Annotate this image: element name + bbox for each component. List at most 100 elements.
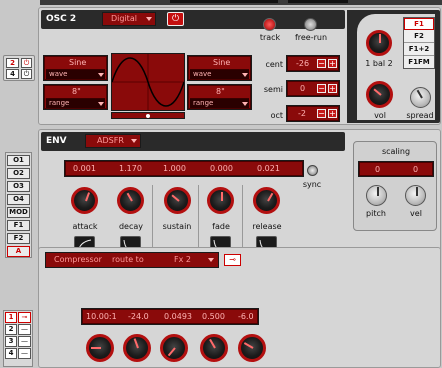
slider-thumb[interactable]: [146, 114, 150, 118]
osc2-mode-dropdown[interactable]: Digital: [102, 12, 156, 26]
osc-side-power-icon-2[interactable]: ⏻: [21, 58, 32, 68]
osc2-range1-dropdown[interactable]: 8" range: [43, 84, 108, 110]
filter-route-f1fm[interactable]: F1FM: [404, 57, 434, 69]
track-toggle[interactable]: [263, 18, 276, 31]
sync-toggle[interactable]: [307, 165, 318, 176]
chevron-down-icon: [208, 258, 214, 262]
osc-side-power-icon-4[interactable]: ⏻: [21, 69, 32, 79]
osc-side-selector: 2 ⏻ 4 ⏻: [3, 55, 35, 81]
release-knob[interactable]: [253, 187, 280, 214]
fx-header: Compressor route to Fx 2 ⊸: [41, 250, 345, 269]
scaling-values-display[interactable]: 0 0: [358, 161, 434, 177]
oct-label: oct: [270, 111, 283, 120]
pitch-scaling-knob[interactable]: [366, 185, 387, 206]
chevron-down-icon: [131, 139, 137, 143]
volume-knob[interactable]: [366, 81, 393, 108]
semi-minus-button[interactable]: −: [317, 84, 326, 93]
range2-sub: range: [190, 98, 249, 108]
fx-knob-2[interactable]: [123, 334, 151, 362]
vel-label: vel: [410, 209, 422, 218]
decay-knob[interactable]: [117, 187, 144, 214]
fade-label: fade: [212, 222, 230, 231]
env-values-display[interactable]: 0.001 1.170 1.000 0.000 0.021: [64, 160, 304, 177]
osc2-range2-dropdown[interactable]: 8" range: [187, 84, 252, 110]
env-mode-dropdown[interactable]: ADSFR: [85, 134, 141, 148]
vel-scaling-knob[interactable]: [405, 185, 426, 206]
env-value-release: 0.021: [257, 164, 280, 173]
cent-field[interactable]: -26 − +: [286, 55, 340, 72]
filter-route-f1[interactable]: F1: [404, 18, 434, 30]
pitch-label: pitch: [366, 209, 386, 218]
filter-route-f1-2[interactable]: F1+2: [404, 44, 434, 56]
attack-knob[interactable]: [71, 187, 98, 214]
osc2-title: OSC 2: [46, 14, 77, 24]
fx-effect-dropdown[interactable]: Compressor route to Fx 2: [45, 252, 219, 268]
attack-label: attack: [72, 222, 98, 231]
fx-slot-1[interactable]: 1: [5, 312, 17, 323]
waveform-position-slider[interactable]: [111, 112, 185, 119]
fx-knob-5[interactable]: [238, 334, 266, 362]
fade-knob[interactable]: [207, 187, 234, 214]
top-strip-segment: [170, 0, 278, 3]
env-target-mod[interactable]: MOD: [7, 207, 30, 218]
chevron-down-icon: [146, 17, 152, 21]
semi-value: 0: [300, 84, 306, 93]
env-target-o3[interactable]: O3: [7, 181, 30, 192]
fx-slot-2[interactable]: 2: [5, 324, 17, 335]
env-target-o1[interactable]: O1: [7, 155, 30, 166]
env-value-attack: 0.001: [73, 164, 96, 173]
cent-minus-button[interactable]: −: [317, 59, 326, 68]
oct-field[interactable]: -2 − +: [286, 105, 340, 122]
osc-side-button-2[interactable]: 2: [6, 58, 19, 68]
osc2-wave1-dropdown[interactable]: Sine wave: [43, 55, 108, 81]
env-target-a[interactable]: A: [7, 246, 30, 257]
chevron-down-icon: [242, 102, 248, 106]
fx-slot-4-route-icon[interactable]: —: [18, 348, 31, 359]
env-target-f1[interactable]: F1: [7, 220, 30, 231]
range1-name: 8": [72, 87, 81, 96]
semi-plus-button[interactable]: +: [328, 84, 337, 93]
env-mode-value: ADSFR: [97, 136, 124, 145]
sine-wave-graphic: [112, 54, 184, 110]
free-run-label: free-run: [294, 33, 328, 42]
sustain-knob[interactable]: [164, 187, 191, 214]
env-target-o4[interactable]: O4: [7, 194, 30, 205]
env-title: ENV: [46, 136, 67, 146]
wave1-sub: wave: [46, 69, 105, 79]
fx-slot-2-route-icon[interactable]: —: [18, 324, 31, 335]
top-strip-segment: [288, 0, 348, 3]
fx-knob-1[interactable]: [86, 334, 114, 362]
env-target-f2[interactable]: F2: [7, 233, 30, 244]
oct-value: -2: [298, 109, 306, 118]
spread-label: spread: [406, 111, 434, 120]
balance-knob[interactable]: [366, 30, 392, 56]
fx-route-label: route to: [112, 255, 144, 264]
cent-plus-button[interactable]: +: [328, 59, 337, 68]
osc2-wave2-dropdown[interactable]: Sine wave: [187, 55, 252, 81]
oct-minus-button[interactable]: −: [317, 109, 326, 118]
fx-route-toggle-icon[interactable]: ⊸: [224, 254, 241, 266]
osc2-power-button[interactable]: ⏻: [167, 12, 184, 26]
range1-sub: range: [46, 98, 105, 108]
semi-field[interactable]: 0 − +: [286, 80, 340, 97]
waveform-display: [111, 53, 185, 111]
fx-knob-4[interactable]: [200, 334, 228, 362]
osc-side-button-4[interactable]: 4: [6, 69, 19, 79]
fx-values-display[interactable]: 10.00:1 -24.0 0.0493 0.500 -6.0: [81, 308, 259, 325]
fx-slot-3-route-icon[interactable]: —: [18, 336, 31, 347]
filter-route-f2[interactable]: F2: [404, 31, 434, 43]
fx-knob-3[interactable]: [160, 334, 188, 362]
fx-slot-4[interactable]: 4: [5, 348, 17, 359]
release-label: release: [252, 222, 282, 231]
spread-knob[interactable]: [410, 87, 431, 108]
fx-value-ratio: 10.00:1: [86, 312, 117, 321]
chevron-down-icon: [98, 102, 104, 106]
free-run-toggle[interactable]: [304, 18, 317, 31]
env-target-o2[interactable]: O2: [7, 168, 30, 179]
cent-value: -26: [296, 59, 310, 68]
fx-slot-1-route-icon[interactable]: ⊸: [18, 312, 31, 323]
oct-plus-button[interactable]: +: [328, 109, 337, 118]
fx-slot-3[interactable]: 3: [5, 336, 17, 347]
sustain-label: sustain: [162, 222, 192, 231]
env-value-sustain: 1.000: [163, 164, 186, 173]
